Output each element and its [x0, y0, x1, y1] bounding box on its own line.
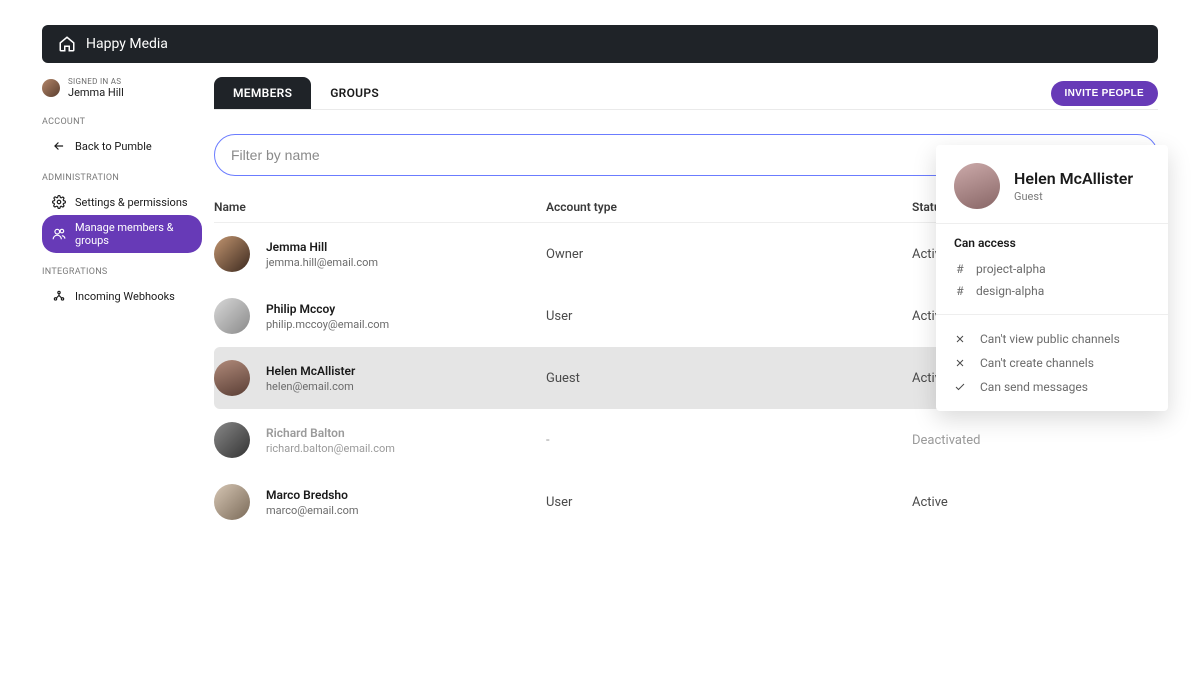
- member-type: User: [546, 495, 912, 510]
- invite-people-button[interactable]: INVITE PEOPLE: [1051, 81, 1158, 106]
- permission-item: Can't create channels: [954, 351, 1150, 375]
- webhook-icon: [52, 289, 66, 303]
- member-name: Marco Bredsho: [266, 488, 546, 502]
- popover-name: Helen McAllister: [1014, 169, 1133, 188]
- nav-label: Settings & permissions: [75, 196, 188, 209]
- permission-text: Can't view public channels: [980, 332, 1120, 346]
- check-icon: [954, 381, 966, 393]
- signed-in-label: SIGNED IN AS: [68, 77, 124, 86]
- nav-settings-permissions[interactable]: Settings & permissions: [42, 189, 202, 215]
- member-name: Jemma Hill: [266, 240, 546, 254]
- avatar: [214, 484, 250, 520]
- main-content: MEMBERS GROUPS INVITE PEOPLE Name Accoun…: [214, 77, 1158, 533]
- member-email: helen@email.com: [266, 380, 546, 393]
- nav-back-to-pumble[interactable]: Back to Pumble: [42, 133, 202, 159]
- permission-item: Can't view public channels: [954, 327, 1150, 351]
- member-row[interactable]: Richard Balton richard.balton@email.com …: [214, 409, 1158, 471]
- member-email: jemma.hill@email.com: [266, 256, 546, 269]
- gear-icon: [52, 195, 66, 209]
- member-type: User: [546, 309, 912, 324]
- home-icon: [58, 35, 76, 53]
- avatar: [214, 422, 250, 458]
- users-icon: [52, 227, 66, 241]
- avatar: [214, 236, 250, 272]
- member-type: Guest: [546, 371, 912, 386]
- nav-label: Manage members & groups: [75, 221, 192, 247]
- nav-incoming-webhooks[interactable]: Incoming Webhooks: [42, 283, 202, 309]
- can-access-label: Can access: [954, 236, 1150, 250]
- channel-name: design-alpha: [976, 284, 1044, 298]
- member-status: Active: [912, 495, 1158, 510]
- member-name: Philip Mccoy: [266, 302, 546, 316]
- member-email: richard.balton@email.com: [266, 442, 546, 455]
- hash-icon: #: [954, 284, 966, 298]
- member-name: Richard Balton: [266, 426, 546, 440]
- tab-row: MEMBERS GROUPS INVITE PEOPLE: [214, 77, 1158, 110]
- column-account-type: Account type: [546, 200, 912, 214]
- member-type: Owner: [546, 247, 912, 262]
- permission-item: Can send messages: [954, 375, 1150, 399]
- tab-members[interactable]: MEMBERS: [214, 77, 311, 109]
- section-administration: ADMINISTRATION: [42, 173, 202, 183]
- avatar: [214, 298, 250, 334]
- signed-in-name: Jemma Hill: [68, 86, 124, 99]
- channel-item[interactable]: # design-alpha: [954, 280, 1150, 302]
- member-row[interactable]: Marco Bredsho marco@email.com User Activ…: [214, 471, 1158, 533]
- avatar: [954, 163, 1000, 209]
- hash-icon: #: [954, 262, 966, 276]
- arrow-left-icon: [52, 139, 66, 153]
- signed-in-user[interactable]: SIGNED IN AS Jemma Hill: [42, 77, 202, 99]
- sidebar: SIGNED IN AS Jemma Hill ACCOUNT Back to …: [42, 77, 202, 533]
- avatar: [42, 79, 60, 97]
- x-icon: [954, 333, 966, 345]
- member-email: philip.mccoy@email.com: [266, 318, 546, 331]
- permission-text: Can't create channels: [980, 356, 1094, 370]
- member-name: Helen McAllister: [266, 364, 546, 378]
- member-status: Deactivated: [912, 433, 1158, 448]
- nav-label: Incoming Webhooks: [75, 290, 175, 303]
- channel-name: project-alpha: [976, 262, 1046, 276]
- permission-text: Can send messages: [980, 380, 1088, 394]
- member-type: -: [546, 433, 912, 448]
- top-bar: Happy Media: [42, 25, 1158, 63]
- section-account: ACCOUNT: [42, 117, 202, 127]
- nav-manage-members-groups[interactable]: Manage members & groups: [42, 215, 202, 253]
- member-email: marco@email.com: [266, 504, 546, 517]
- tab-groups[interactable]: GROUPS: [311, 77, 398, 109]
- column-name: Name: [214, 200, 546, 214]
- avatar: [214, 360, 250, 396]
- member-details-popover: Helen McAllister Guest Can access # proje…: [936, 145, 1168, 411]
- section-integrations: INTEGRATIONS: [42, 267, 202, 277]
- channel-item[interactable]: # project-alpha: [954, 258, 1150, 280]
- workspace-name: Happy Media: [86, 36, 168, 52]
- nav-label: Back to Pumble: [75, 140, 152, 153]
- x-icon: [954, 357, 966, 369]
- popover-role: Guest: [1014, 190, 1133, 203]
